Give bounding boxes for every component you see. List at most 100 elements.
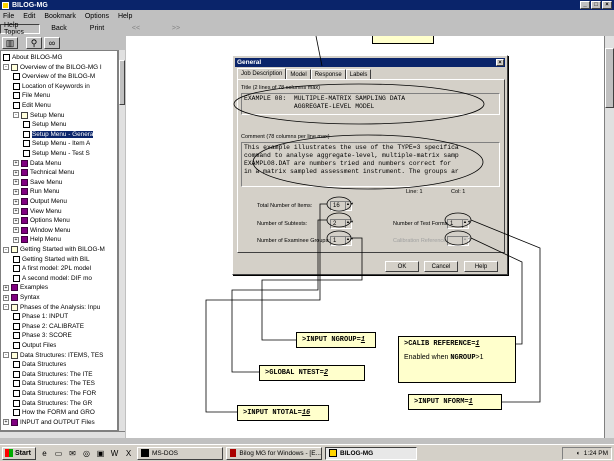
close-button[interactable]: × (602, 1, 612, 9)
tree-item[interactable]: - Phases of the Analysis: Inpu (3, 303, 100, 312)
tree-item[interactable]: + Syntax (3, 293, 40, 302)
collapse-icon[interactable]: - (13, 112, 19, 119)
content-scroll-thumb[interactable] (605, 48, 614, 108)
tree-item[interactable]: - Data Structures: ITEMS, TES (3, 351, 103, 360)
tree-item[interactable]: + Help Menu (13, 235, 61, 244)
expand-icon[interactable]: + (13, 217, 19, 224)
content-vertical-scrollbar[interactable] (604, 36, 614, 438)
examinee-groups-spinner[interactable]: 1 ▲▼ (330, 236, 354, 246)
help-topics-button[interactable]: Help Topics (0, 22, 40, 36)
total-items-spinner[interactable]: 16 ▲▼ (330, 201, 354, 211)
expand-icon[interactable]: + (13, 208, 19, 215)
book-icon[interactable]: ▥ (2, 37, 18, 49)
tree-item[interactable]: A second model: DIF mo (13, 274, 92, 283)
tree-item[interactable]: + INPUT and OUTPUT Files (3, 418, 95, 427)
word-icon[interactable]: W (109, 448, 120, 459)
tab-model[interactable]: Model (286, 69, 311, 79)
tab-response[interactable]: Response (310, 69, 346, 79)
tab-job-description[interactable]: Job Description (237, 68, 287, 79)
back-button[interactable]: Back (40, 24, 78, 34)
tree-item[interactable]: + Options Menu (13, 216, 70, 225)
help-button[interactable]: Help (464, 261, 498, 272)
tree-item[interactable]: Location of Keywords in (13, 82, 90, 91)
minimize-button[interactable]: _ (580, 1, 590, 9)
maximize-button[interactable]: □ (591, 1, 601, 9)
expand-icon[interactable]: + (3, 294, 9, 301)
cancel-button[interactable]: Cancel (424, 261, 458, 272)
explorer-icon[interactable]: ▣ (95, 448, 106, 459)
tree-item[interactable]: + View Menu (13, 207, 62, 216)
menu-edit[interactable]: Edit (23, 13, 35, 20)
comment-textbox[interactable]: This example illustrates the use of the … (241, 142, 500, 187)
tree-item[interactable]: + Window Menu (13, 226, 71, 235)
start-button[interactable]: Start (2, 446, 36, 460)
tree-scroll-thumb[interactable] (119, 60, 125, 105)
tree-item[interactable]: Setup Menu - Item A (23, 139, 90, 148)
tree-item[interactable]: Data Structures: The ITE (13, 370, 93, 379)
tree-item[interactable]: Data Structures: The GR (13, 399, 92, 408)
tree-item[interactable]: - Getting Started with BILOG-M (3, 245, 105, 254)
tree-item[interactable]: Overview of the BILOG-M (13, 72, 95, 81)
tree-item[interactable]: + Output Menu (13, 197, 67, 206)
desktop-icon[interactable]: ▭ (53, 448, 64, 459)
spinner-arrows-icon[interactable]: ▲▼ (345, 202, 354, 210)
spinner-arrows-icon[interactable]: ▲▼ (345, 220, 354, 228)
channels-icon[interactable]: ◎ (81, 448, 92, 459)
tree-item[interactable]: A first model: 2PL model (13, 264, 91, 273)
tree-item[interactable]: + Save Menu (13, 178, 62, 187)
title-textbox[interactable]: EXAMPLE 08: MULTIPLE-MATRIX SAMPLING DAT… (241, 93, 500, 115)
dialog-close-button[interactable]: × (496, 59, 504, 66)
tree-item[interactable]: Edit Menu (13, 101, 51, 110)
tree-item[interactable]: Phase 2: CALIBRATE (13, 322, 84, 331)
tree-item[interactable]: Setup Menu (23, 120, 66, 129)
tree-item[interactable]: Setup Menu - Genera (23, 130, 94, 139)
tree-item[interactable]: About BILOG-MG (3, 53, 62, 62)
menu-options[interactable]: Options (85, 13, 109, 20)
menu-help[interactable]: Help (118, 13, 132, 20)
expand-icon[interactable]: + (13, 227, 19, 234)
tree-item[interactable]: Output Files (13, 341, 56, 350)
tree-item[interactable]: Getting Started with BIL (13, 255, 90, 264)
previous-topic-button[interactable]: << (116, 24, 156, 34)
tree-item[interactable]: File Menu (13, 91, 50, 100)
tree-item[interactable]: + Run Menu (13, 187, 60, 196)
spinner-arrows-icon[interactable]: ▲▼ (345, 237, 354, 245)
test-forms-spinner[interactable]: 1 ▲▼ (447, 219, 471, 229)
tree-item[interactable]: - Overview of the BILOG-MG I (3, 63, 102, 72)
expand-icon[interactable]: + (13, 198, 19, 205)
collapse-icon[interactable]: - (3, 352, 9, 359)
task-ms-dos[interactable]: MS-DOS (137, 446, 223, 460)
binoculars-icon[interactable]: ∞ (44, 37, 60, 49)
collapse-icon[interactable]: - (3, 246, 9, 253)
tree-item[interactable]: Setup Menu - Test S (23, 149, 90, 158)
collapse-icon[interactable]: - (3, 304, 9, 311)
expand-icon[interactable]: + (13, 160, 19, 167)
ie-icon[interactable]: e (39, 448, 50, 459)
next-topic-button[interactable]: >> (156, 24, 196, 34)
tree-item[interactable]: Data Structures (13, 360, 66, 369)
collapse-icon[interactable]: - (3, 64, 9, 71)
tree-vertical-scrollbar[interactable] (118, 50, 125, 431)
subtests-spinner[interactable]: 2 ▲▼ (330, 219, 354, 229)
tab-labels[interactable]: Labels (345, 69, 372, 79)
menu-bookmark[interactable]: Bookmark (44, 13, 76, 20)
tree-item[interactable]: + Technical Menu (13, 168, 74, 177)
expand-icon[interactable]: + (3, 284, 9, 291)
ok-button[interactable]: OK (385, 261, 419, 272)
expand-icon[interactable]: + (3, 419, 9, 426)
print-button[interactable]: Print (78, 24, 116, 34)
tree-item[interactable]: Data Structures: The TES (13, 379, 95, 388)
tree-horizontal-scrollbar[interactable] (0, 431, 125, 438)
tree-item[interactable]: + Examples (3, 283, 48, 292)
magnifier-icon[interactable]: ⚲ (26, 37, 42, 49)
tree-item[interactable]: + Data Menu (13, 159, 61, 168)
expand-icon[interactable]: + (13, 236, 19, 243)
excel-icon[interactable]: X (123, 448, 134, 459)
expand-icon[interactable]: + (13, 179, 19, 186)
expand-icon[interactable]: + (13, 188, 19, 195)
spinner-arrows-icon[interactable]: ▲▼ (462, 220, 471, 228)
outlook-icon[interactable]: ✉ (67, 448, 78, 459)
tree-item[interactable]: How the FORM and GRO (13, 408, 95, 417)
volume-icon[interactable]: ◖ (576, 450, 580, 457)
tree-item[interactable]: Data Structures: The FOR (13, 389, 96, 398)
